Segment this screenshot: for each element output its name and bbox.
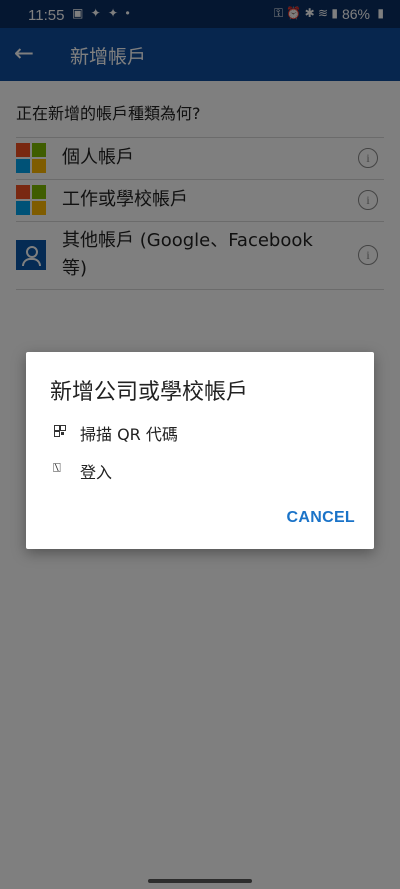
cancel-button[interactable]: CANCEL xyxy=(287,509,355,527)
sign-in-icon: ⍂ xyxy=(53,461,61,476)
gesture-nav-bar[interactable] xyxy=(148,879,252,883)
qr-code-icon xyxy=(54,425,66,437)
sign-in-label: 登入 xyxy=(80,463,113,482)
add-work-account-dialog: 新增公司或學校帳戶 掃描 QR 代碼 ⍂ 登入 CANCEL xyxy=(26,352,374,549)
scan-qr-code-option[interactable]: 掃描 QR 代碼 xyxy=(26,415,374,449)
dialog-title: 新增公司或學校帳戶 xyxy=(50,380,249,405)
scan-qr-code-label: 掃描 QR 代碼 xyxy=(80,425,178,444)
sign-in-option[interactable]: ⍂ 登入 xyxy=(26,453,374,487)
